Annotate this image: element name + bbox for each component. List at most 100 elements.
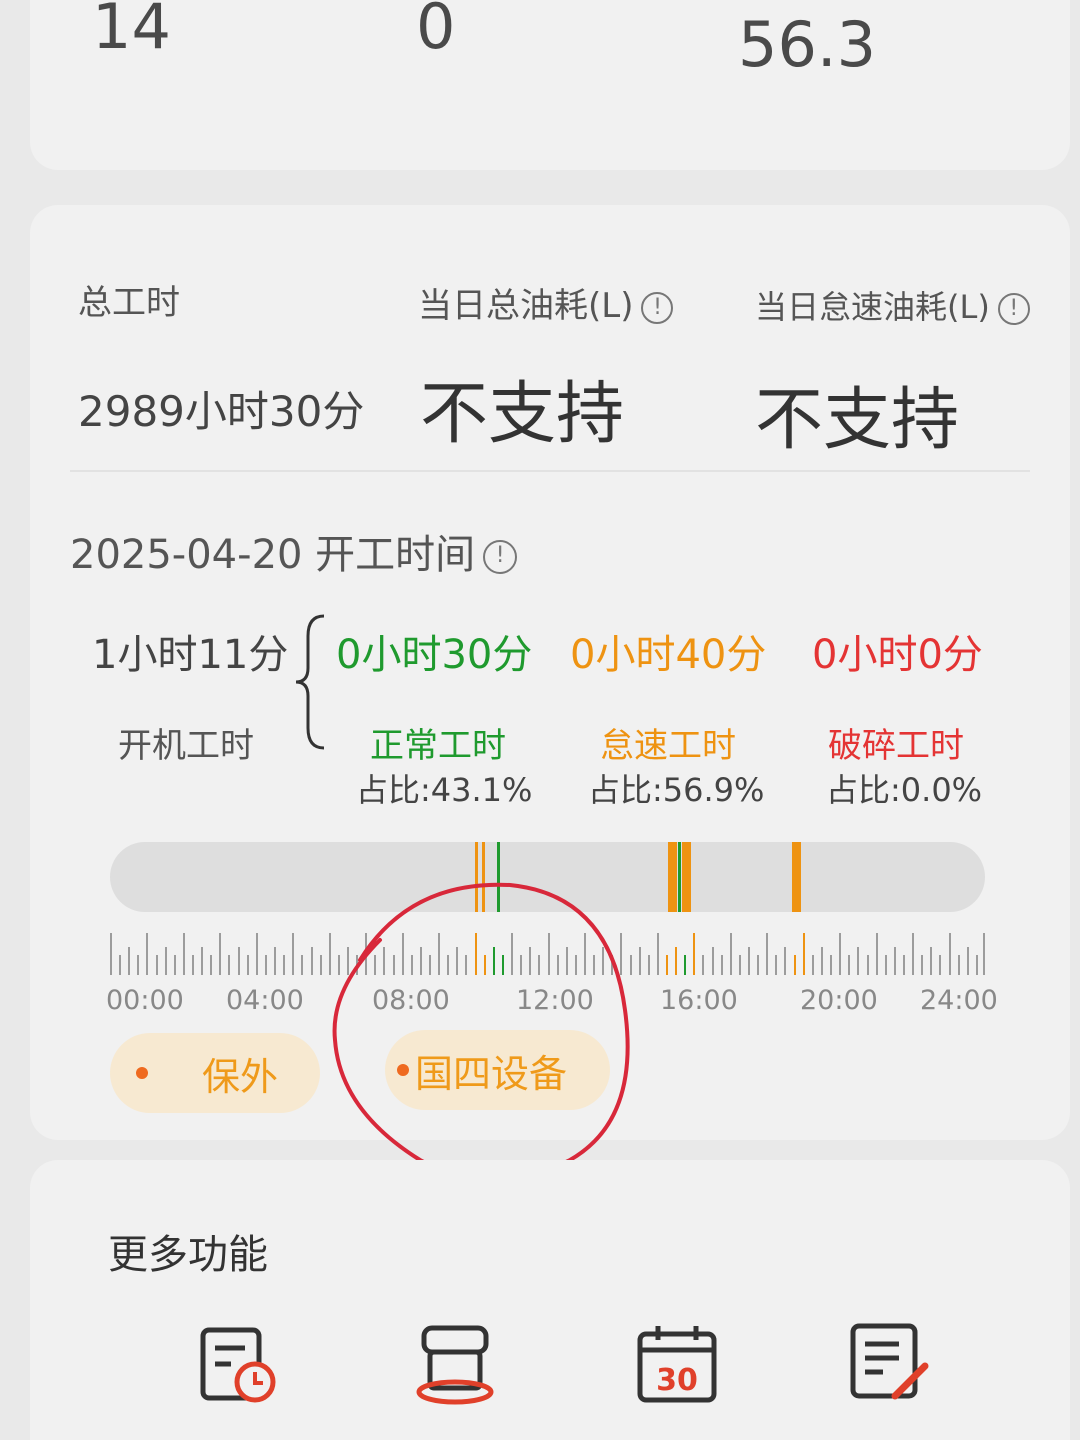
info-icon[interactable]: ! [997,293,1030,325]
timeline-tick [583,933,586,975]
timeline-tick [429,955,431,975]
timeline-tick [292,933,295,975]
timeline-tick [474,933,477,975]
timeline-tick [447,955,450,975]
work-record-icon[interactable] [195,1320,285,1410]
timeline-tick [820,947,823,975]
emission-tag: 国四设备 [385,1030,610,1110]
timeline-tick [775,955,778,975]
timeline-tick [219,933,222,975]
stat-value-2: 0 [416,0,456,63]
daily-fuel-label[interactable]: 当日总油耗(L)! [418,278,674,327]
timeline-tick [201,947,204,975]
timeline-tick [137,955,140,975]
timeline-tick [556,955,559,975]
timeline-tick [337,955,340,975]
timeline-tick [729,933,732,975]
timeline-tick [684,955,687,975]
feedback-icon[interactable] [845,1318,935,1408]
timeline-tick [939,955,942,975]
brace-icon [295,614,325,750]
timeline-tick [164,947,167,975]
normal-hours-value: 0小时30分 [336,632,533,678]
break-hours-value: 0小时0分 [812,632,983,678]
timeline-tick [875,933,878,975]
timeline-segment-idle [667,842,677,912]
timeline-tick [857,947,860,975]
warranty-tag-label: 保外 [202,1054,279,1099]
idle-hours-ratio: 占比:56.9% [588,771,765,809]
timeline-tick [711,947,714,975]
machine-icon[interactable] [410,1320,500,1410]
idle-hours-label: 怠速工时 [600,726,736,766]
timeline-tick [419,947,422,975]
timeline-tick [155,955,158,975]
calendar-icon[interactable]: 30 [632,1320,722,1410]
time-label: 12:00 [516,985,594,1016]
timeline-tick [264,955,267,975]
timeline-tick [921,955,924,975]
work-timeline-bar[interactable] [110,842,985,912]
timeline-tick [793,955,796,975]
timeline-tick [529,947,532,975]
timeline-tick [848,955,851,975]
timeline-tick [784,947,787,975]
timeline-tick [975,955,978,975]
idle-fuel-label[interactable]: 当日怠速油耗(L)! [755,282,1030,328]
timeline-segment-normal [677,842,681,912]
timeline-tick [647,955,650,975]
timeline-tick [693,933,696,975]
timeline-tick [392,955,395,975]
total-hours-value: 2989小时30分 [78,387,365,436]
idle-fuel-label-text: 当日怠速油耗(L) [755,288,990,326]
timeline-segment-normal [497,842,501,912]
timeline-tick [620,933,623,975]
timeline-tick [319,955,322,975]
timeline-tick [246,955,249,975]
more-functions-title: 更多功能 [108,1232,268,1278]
timeline-tick [884,955,887,975]
timeline-tick [675,947,678,975]
timeline-tick [192,955,195,975]
divider [70,470,1030,472]
timeline-tick [383,947,386,975]
timeline-tick [574,955,577,975]
timeline-tick [365,933,368,975]
power-on-hours-label: 开机工时 [118,726,254,766]
warranty-tag: 保外 [110,1033,320,1113]
timeline-tick [301,955,304,975]
timeline-tick [483,955,486,975]
normal-hours-label: 正常工时 [370,726,506,766]
timeline-tick [173,955,176,975]
timeline-tick [611,955,614,975]
timeline-tick [210,955,213,975]
timeline-tick [119,955,122,975]
timeline-tick [182,933,185,975]
timeline-tick [237,947,240,975]
info-icon[interactable]: ! [641,291,674,324]
timeline-tick [983,933,985,975]
timeline-tick [665,955,668,975]
break-hours-label: 破碎工时 [828,726,964,766]
stats-card: 14 0 56.3 [30,0,1070,170]
timeline-tick [638,947,641,975]
timeline-tick [465,955,468,975]
timeline-tick [346,947,349,975]
time-label: 16:00 [660,985,738,1016]
timeline-tick [866,955,869,975]
timeline-tick [948,933,951,975]
timeline-tick [110,933,112,975]
info-icon[interactable]: ! [483,540,518,574]
timeline-tick [547,933,550,975]
timeline-tick [966,947,969,975]
timeline-tick [356,955,359,975]
work-date-title[interactable]: 2025-04-20 开工时间! [70,522,518,580]
tag-dot [136,1067,148,1079]
time-label: 08:00 [372,985,450,1016]
idle-hours-value: 0小时40分 [570,632,767,678]
timeline-segment-idle [474,842,479,912]
timeline-tick [902,955,905,975]
timeline-tick [328,933,331,975]
timeline-segment-idle [681,842,691,912]
total-hours-label: 总工时 [78,283,180,323]
